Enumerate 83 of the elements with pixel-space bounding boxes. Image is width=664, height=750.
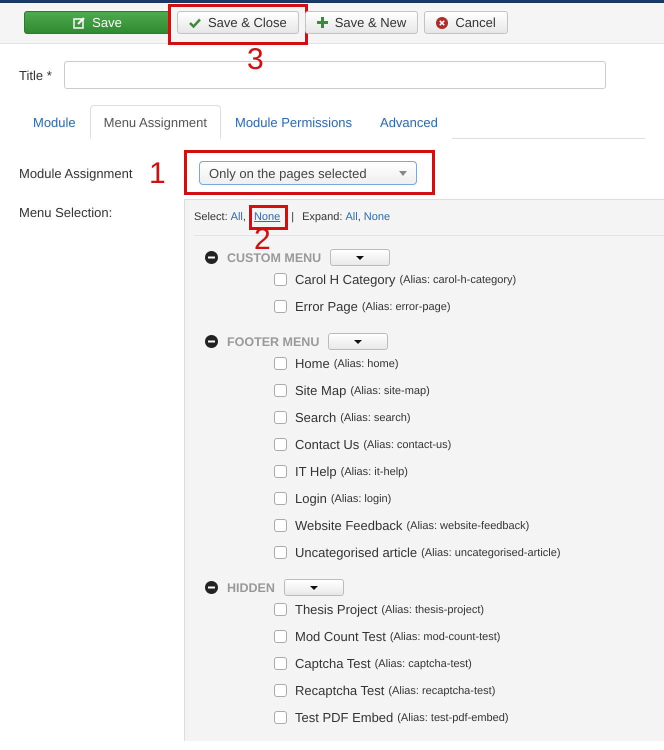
alias-text: (Alias: recaptcha-test) xyxy=(388,684,496,696)
link[interactable]: None xyxy=(364,211,390,223)
step-number: 1 xyxy=(149,159,166,189)
alias-text: (Alias: mod-count-test) xyxy=(390,630,500,642)
edit-icon xyxy=(73,16,86,28)
collapse-icon[interactable] xyxy=(205,335,218,348)
checkbox[interactable] xyxy=(274,630,287,643)
item-title: Site Map xyxy=(295,383,346,398)
link[interactable]: All xyxy=(230,211,243,223)
checkbox[interactable] xyxy=(274,357,287,370)
alias-text: (Alias: thesis-project) xyxy=(381,604,484,616)
select-label: , xyxy=(358,211,361,223)
checkbox[interactable] xyxy=(274,546,287,559)
field-label: Module Assignment xyxy=(19,166,132,180)
item-title: Login xyxy=(295,491,327,506)
plus-icon xyxy=(316,17,328,28)
item-title: Thesis Project xyxy=(295,602,378,617)
cancel-icon xyxy=(436,16,448,28)
link[interactable]: None xyxy=(254,211,280,223)
item-title: Home xyxy=(295,356,330,371)
alias-text: (Alias: error-page) xyxy=(362,300,451,312)
alias-text: (Alias: login) xyxy=(330,492,392,504)
highlight-frame xyxy=(248,205,288,230)
collapse-icon[interactable] xyxy=(205,251,218,264)
alias-text: (Alias: it-help) xyxy=(340,466,408,478)
check-icon xyxy=(189,18,201,28)
item-title: Search xyxy=(295,410,336,425)
item-title: Uncategorised article xyxy=(295,545,418,560)
item-title: Captcha Test xyxy=(295,656,371,671)
checkbox[interactable] xyxy=(274,711,287,724)
item-title: Error Page xyxy=(295,299,358,314)
dropdown-button[interactable] xyxy=(330,249,390,266)
alias-text: (Alias: test-pdf-embed) xyxy=(397,712,509,724)
tab[interactable]: Menu Assignment xyxy=(90,105,221,139)
select-label: Expand: xyxy=(302,211,342,223)
alias-text: (Alias: site-map) xyxy=(350,384,430,396)
alias-text: (Alias: contact-us) xyxy=(363,438,452,450)
collapse-icon[interactable] xyxy=(205,581,218,594)
caret-icon xyxy=(399,170,407,176)
save-button[interactable]: Save & Close xyxy=(177,11,299,34)
checkbox[interactable] xyxy=(274,384,287,397)
caret-icon xyxy=(310,586,318,590)
checkbox[interactable] xyxy=(274,603,287,616)
dropdown-button[interactable] xyxy=(284,579,344,596)
checkbox[interactable] xyxy=(274,684,287,697)
menu-name: HIDDEN xyxy=(227,580,275,594)
item-title: Carol H Category xyxy=(295,272,396,287)
step-number: 3 xyxy=(247,45,264,75)
alias-text: (Alias: website-feedback) xyxy=(406,520,530,532)
item-title: Website Feedback xyxy=(295,518,402,533)
item-title: IT Help xyxy=(295,464,337,479)
item-title: Contact Us xyxy=(295,437,360,452)
alias-text: (Alias: home) xyxy=(334,358,398,370)
field-label: Title * xyxy=(19,68,52,82)
field-label: Menu Selection: xyxy=(19,205,112,220)
menu-name: FOOTER MENU xyxy=(227,334,320,348)
checkbox[interactable] xyxy=(274,411,287,424)
checkbox[interactable] xyxy=(274,438,287,451)
select-label: , xyxy=(242,211,246,223)
save-button[interactable]: Save & New xyxy=(304,11,418,34)
caret-icon xyxy=(356,256,364,260)
alias-text: (Alias: uncategorised-article) xyxy=(421,546,561,558)
select-label: | xyxy=(291,211,294,223)
alias-text: (Alias: search) xyxy=(340,412,410,424)
menu-name: CUSTOM MENU xyxy=(227,250,322,264)
checkbox[interactable] xyxy=(274,465,287,478)
checkbox[interactable] xyxy=(274,273,287,286)
assignment-select[interactable]: Only on the pages selected xyxy=(199,161,417,185)
alias-text: (Alias: carol-h-category) xyxy=(399,274,516,286)
select-label: Select: xyxy=(194,211,228,223)
checkbox[interactable] xyxy=(274,657,287,670)
dropdown-button[interactable] xyxy=(328,333,388,350)
item-title: Mod Count Test xyxy=(295,629,386,644)
checkbox[interactable] xyxy=(274,519,287,532)
checkbox[interactable] xyxy=(274,300,287,313)
save-button[interactable]: Save xyxy=(24,11,171,34)
link[interactable]: All xyxy=(345,211,358,223)
cancel-button[interactable]: Cancel xyxy=(424,11,508,34)
item-title: Recaptcha Test xyxy=(295,683,384,698)
checkbox[interactable] xyxy=(274,492,287,505)
alias-text: (Alias: captcha-test) xyxy=(374,658,472,670)
item-title: Test PDF Embed xyxy=(295,710,394,725)
caret-icon xyxy=(354,340,362,344)
